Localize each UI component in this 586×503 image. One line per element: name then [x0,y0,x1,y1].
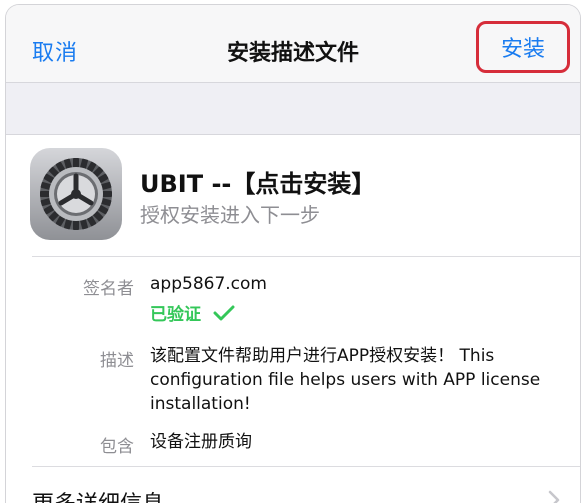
profile-subtitle: 授权安装进入下一步 [140,203,320,227]
more-details-label: 更多详细信息 [32,492,164,503]
verified-label: 已验证 [150,305,201,325]
description-value: 该配置文件帮助用户进行APP授权安装！ This configuration f… [150,346,541,414]
chevron-right-icon [548,490,560,503]
navigation-bar: 取消 安装描述文件 安装 [6,5,580,83]
checkmark-icon [213,305,235,320]
install-button-label: 安装 [500,37,545,62]
section-spacer [6,83,580,135]
divider [32,256,580,257]
contains-value: 设备注册质询 [150,432,252,452]
profile-name: UBIT --【点击安装】 [140,170,376,198]
profile-details: UBIT --【点击安装】 授权安装进入下一步 签名者 app5867.com … [6,136,580,503]
more-details-row[interactable]: 更多详细信息 [32,486,164,503]
profile-install-sheet: 取消 安装描述文件 安装 UBIT --【点击安装】 授权安装进入下一步 签名者… [5,4,581,503]
verified-status: 已验证 [150,300,235,325]
description-label: 描述 [100,351,134,371]
signer-label: 签名者 [83,279,134,299]
contains-label: 包含 [100,437,134,457]
settings-gear-icon [30,148,122,240]
install-button[interactable]: 安装 [476,21,570,73]
signer-value: app5867.com [150,274,267,294]
divider [32,466,580,467]
